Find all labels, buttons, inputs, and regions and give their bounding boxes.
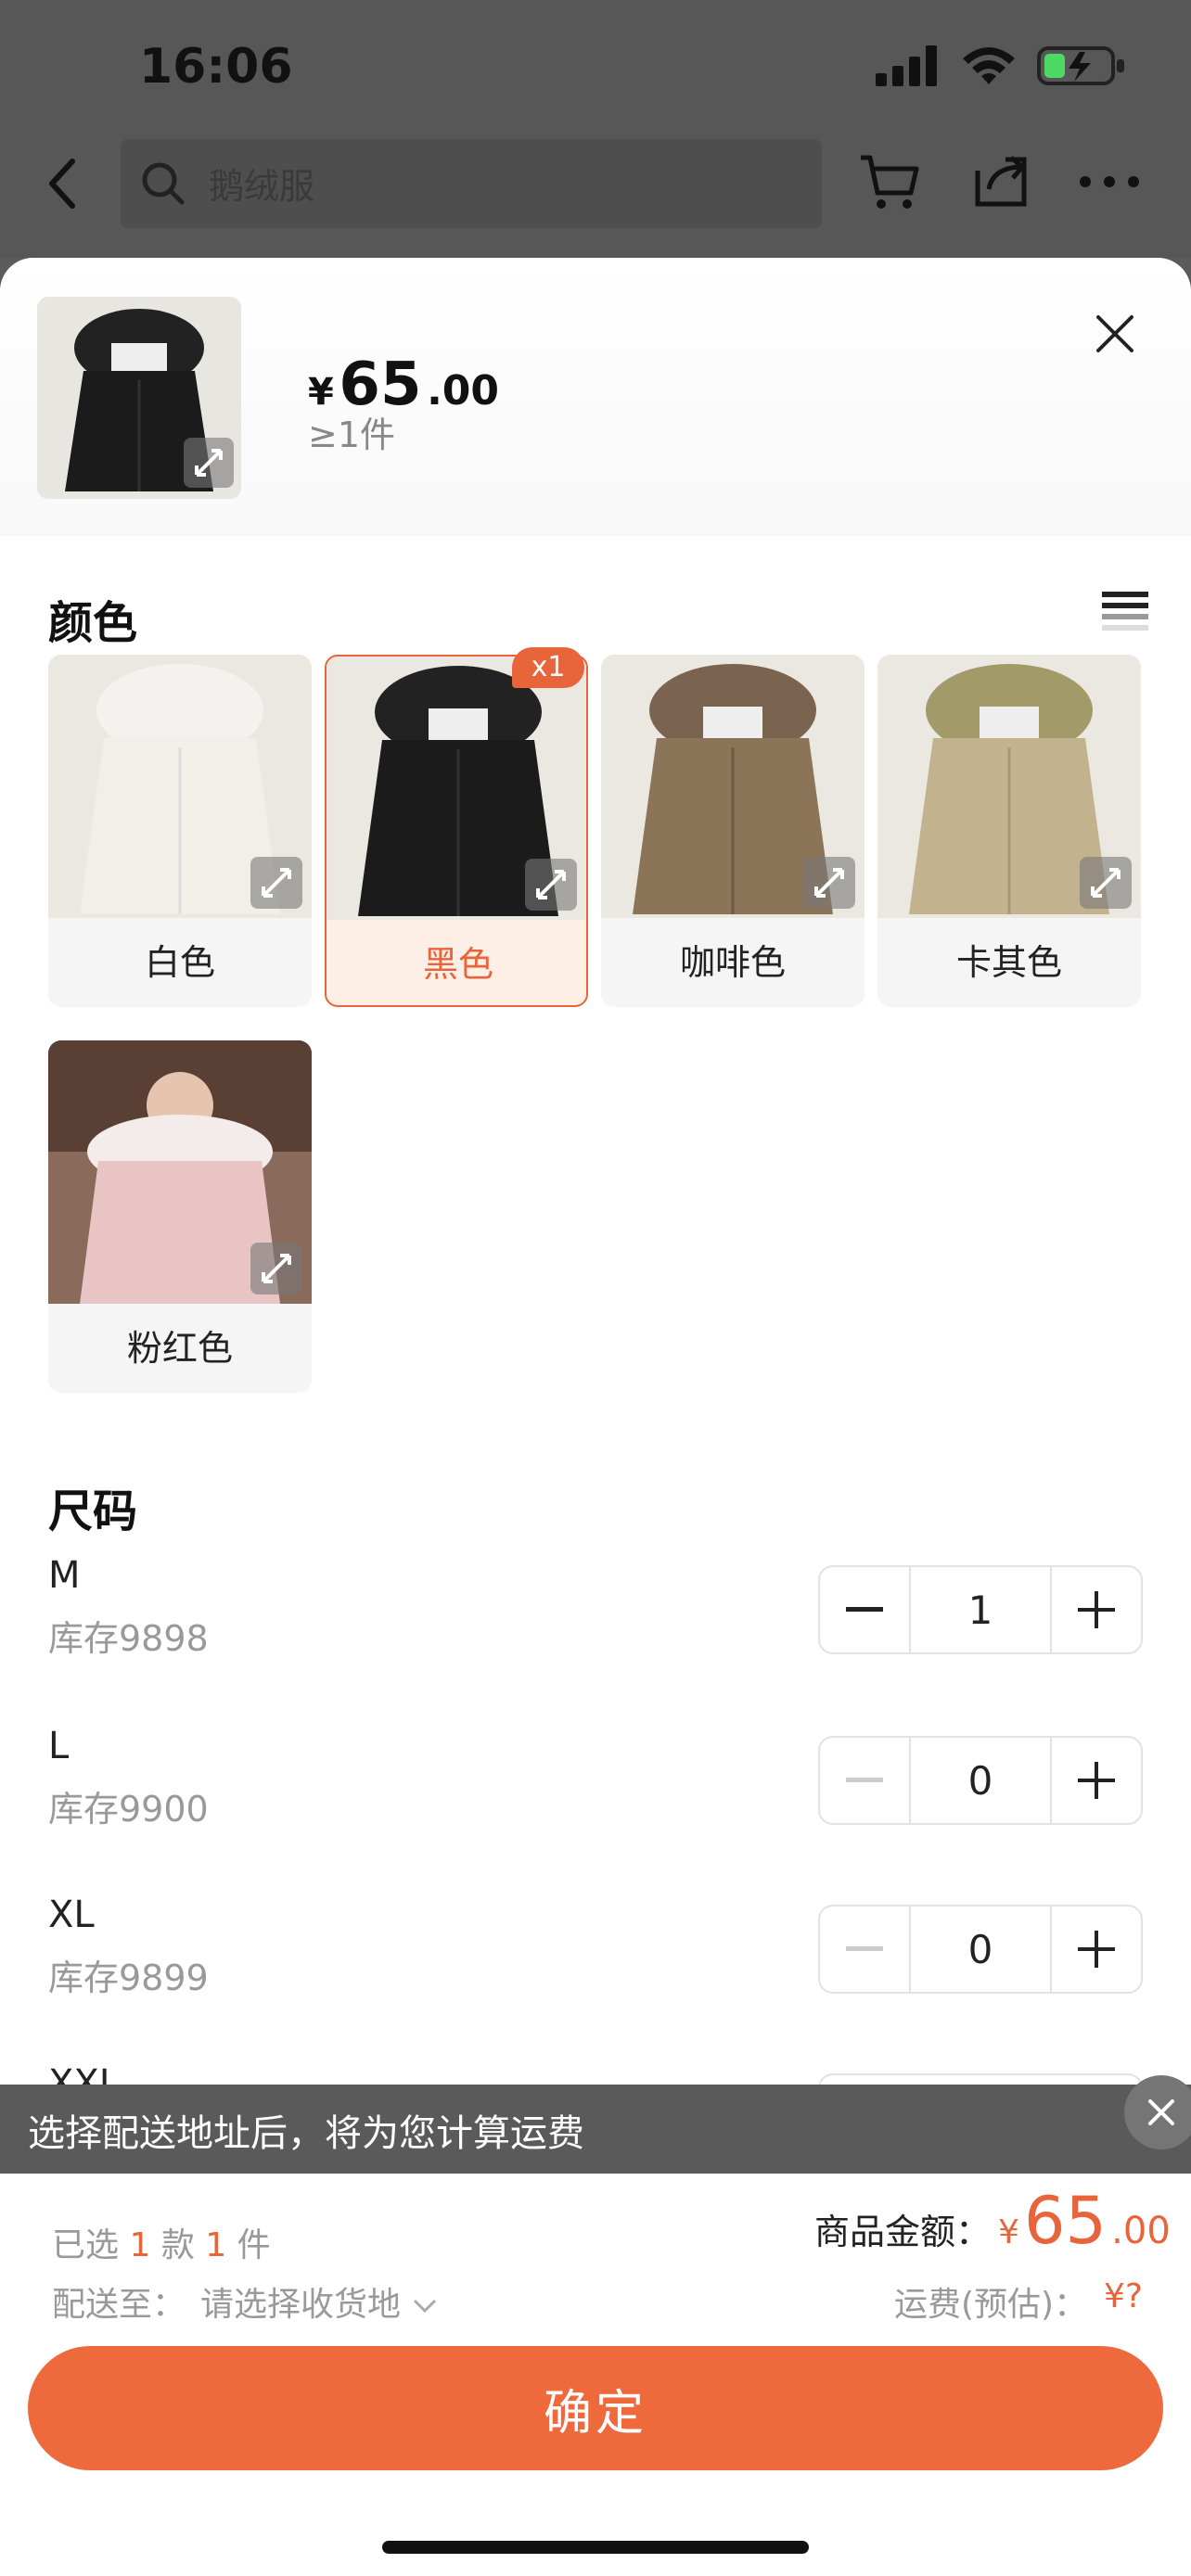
quantity-value[interactable]: 0	[909, 1906, 1052, 1992]
color-section-title: 颜色	[48, 597, 138, 649]
selected-styles-count: 1	[129, 2226, 151, 2264]
product-thumbnail[interactable]	[37, 297, 241, 499]
size-name: L	[48, 1725, 70, 1767]
battery-icon	[1037, 46, 1124, 85]
expand-icon[interactable]	[1080, 857, 1132, 909]
cart-icon[interactable]	[855, 148, 922, 215]
back-arrow-icon[interactable]	[37, 148, 93, 223]
home-indicator[interactable]	[382, 2541, 809, 2554]
quantity-stepper[interactable]: 0	[818, 1736, 1143, 1825]
list-view-icon[interactable]	[1102, 588, 1148, 634]
freight-label: 运费(预估)：	[894, 2286, 1088, 2324]
price-decimal: .00	[427, 367, 500, 414]
amount-decimal: .00	[1111, 2210, 1171, 2252]
toast-close-button[interactable]	[1124, 2075, 1191, 2149]
close-icon	[1148, 2099, 1174, 2125]
plus-button[interactable]	[1052, 1567, 1141, 1652]
more-icon[interactable]	[1076, 163, 1143, 200]
selected-prefix: 已选	[52, 2226, 120, 2264]
shipping-toast-text: 选择配送地址后，将为您计算运费	[28, 2112, 584, 2155]
size-stock: 库存9899	[48, 1958, 209, 1998]
search-placeholder: 鹅绒服	[209, 166, 315, 207]
size-name: M	[48, 1554, 81, 1597]
color-option-coffee[interactable]: 咖啡色	[601, 655, 864, 1007]
share-icon[interactable]	[968, 148, 1035, 215]
color-option-label: 黑色	[422, 944, 493, 985]
selected-items-count: 1	[205, 2226, 227, 2264]
ship-to-value: 请选择收货地	[200, 2286, 402, 2324]
color-option-pink[interactable]: 粉红色	[48, 1040, 312, 1393]
search-icon	[142, 162, 185, 205]
plus-button[interactable]	[1052, 1906, 1141, 1992]
close-icon[interactable]	[1095, 313, 1135, 354]
color-option-label: 卡其色	[955, 942, 1062, 983]
selected-summary: 已选 1 款 1 件	[52, 2218, 271, 2266]
status-icons	[876, 43, 1126, 89]
signal-icon	[876, 45, 937, 86]
expand-icon[interactable]	[803, 857, 855, 909]
minus-button[interactable]	[820, 1567, 909, 1652]
plus-button[interactable]	[1052, 1738, 1141, 1823]
ship-to-selector[interactable]: 请选择收货地	[200, 2277, 439, 2326]
size-name: XL	[48, 1894, 95, 1936]
freight-value: ¥?	[1104, 2277, 1144, 2315]
amount-integer: 65	[1024, 2183, 1108, 2259]
styles-unit: 款	[160, 2226, 195, 2264]
ship-to-label: 配送至：	[52, 2286, 186, 2324]
minus-button[interactable]	[820, 1738, 909, 1823]
expand-icon[interactable]	[184, 438, 234, 488]
amount-label: 商品金额：	[814, 2212, 992, 2252]
color-option-white[interactable]: 白色	[48, 655, 312, 1007]
amount-currency: ¥	[998, 2213, 1019, 2251]
color-option-khaki[interactable]: 卡其色	[877, 655, 1141, 1007]
size-stock: 库存9898	[48, 1618, 209, 1659]
size-row-xl: XL 库存9899	[48, 1894, 209, 2000]
size-section-title: 尺码	[48, 1486, 138, 1537]
chevron-down-icon	[414, 2299, 437, 2314]
color-option-label: 白色	[144, 942, 215, 983]
min-quantity: ≥1件	[308, 414, 396, 455]
wifi-icon	[963, 47, 1015, 84]
expand-icon[interactable]	[250, 857, 302, 909]
status-time: 16:06	[139, 39, 293, 95]
expand-icon[interactable]	[250, 1243, 302, 1294]
total-amount: ¥ 65 .00	[998, 2183, 1171, 2259]
color-option-label: 粉红色	[126, 1328, 233, 1369]
color-option-label: 咖啡色	[679, 942, 786, 983]
confirm-button[interactable]: 确定	[28, 2346, 1163, 2470]
minus-button[interactable]	[820, 1906, 909, 1992]
expand-icon[interactable]	[525, 859, 577, 911]
quantity-stepper[interactable]: 0	[818, 1905, 1143, 1994]
quantity-value[interactable]: 0	[909, 1738, 1052, 1823]
quantity-value[interactable]: 1	[909, 1567, 1052, 1652]
size-row-m: M 库存9898	[48, 1554, 209, 1661]
items-unit: 件	[237, 2226, 271, 2264]
selected-count-badge: x1	[512, 647, 584, 688]
size-stock: 库存9900	[48, 1789, 209, 1830]
size-row-l: L 库存9900	[48, 1725, 209, 1831]
quantity-stepper[interactable]: 1	[818, 1565, 1143, 1654]
color-option-black[interactable]: 黑色	[325, 655, 588, 1007]
